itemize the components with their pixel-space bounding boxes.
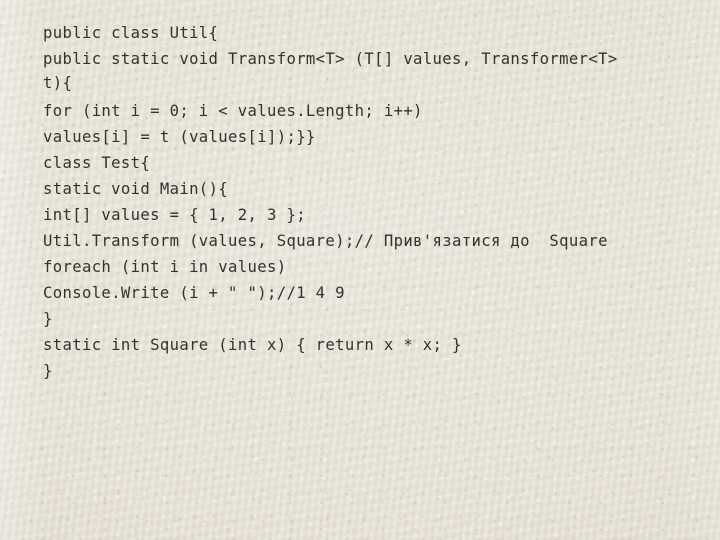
code-line-4: values[i] = t (values[i]);}} xyxy=(43,128,316,146)
code-line-10: Console.Write (i + " ");//1 4 9 xyxy=(43,284,345,302)
code-line-13: } xyxy=(43,362,53,380)
code-line-7: int[] values = { 1, 2, 3 }; xyxy=(43,206,306,224)
code-line-6: static void Main(){ xyxy=(43,180,229,198)
code-slide: public class Util{ public static void Tr… xyxy=(0,0,720,540)
code-line-3: for (int i = 0; i < values.Length; i++) xyxy=(43,102,423,120)
code-line-2: public static void Transform<T> (T[] val… xyxy=(43,50,618,68)
code-listing: public class Util{ public static void Tr… xyxy=(43,20,703,384)
code-line-2-continuation: t){ xyxy=(43,74,73,92)
code-line-5: class Test{ xyxy=(43,154,151,172)
code-line-11: } xyxy=(43,310,53,328)
code-line-1: public class Util{ xyxy=(43,24,219,42)
code-line-8: Util.Transform (values, Square);// Прив'… xyxy=(43,232,608,250)
code-line-12: static int Square (int x) { return x * x… xyxy=(43,336,462,354)
code-line-9: foreach (int i in values) xyxy=(43,258,287,276)
